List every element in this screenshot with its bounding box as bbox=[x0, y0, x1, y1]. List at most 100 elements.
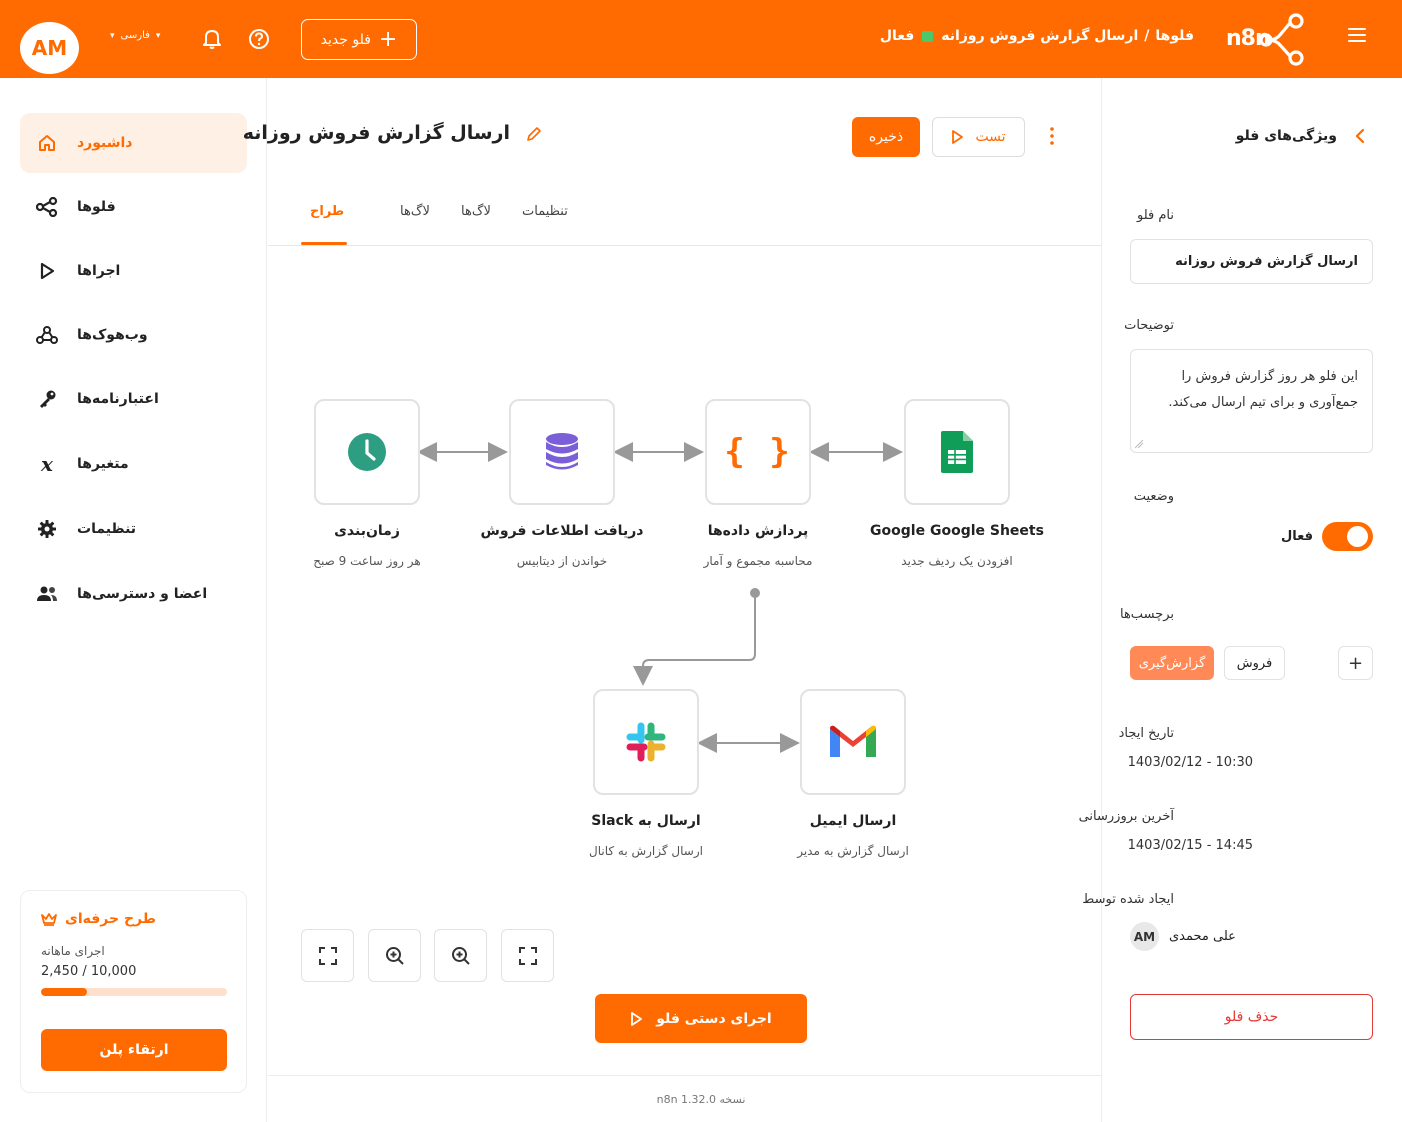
created-date-label: تاریخ ایجاد bbox=[1118, 726, 1174, 741]
tab-designer[interactable]: طراح bbox=[310, 204, 344, 219]
node-subtitle: خواندن از دیتابیس bbox=[516, 554, 608, 568]
sidebar-item-dashboard[interactable]: داشبورد bbox=[20, 113, 247, 173]
language-label: فارسی bbox=[120, 30, 150, 41]
tag-reporting[interactable]: گزارش‌گیری bbox=[1130, 646, 1214, 680]
webhook-icon bbox=[36, 324, 58, 346]
description-textarea[interactable]: این فلو هر روز گزارش فروش را جمع‌آوری و … bbox=[1130, 349, 1373, 453]
sidebar-item-label: اجراها bbox=[77, 263, 121, 279]
plan-title: طرح حرفه‌ای bbox=[41, 911, 156, 927]
zoom-out-button[interactable] bbox=[434, 929, 487, 982]
node-title: Google Google Sheets bbox=[870, 523, 1044, 539]
tag-sales[interactable]: فروش bbox=[1224, 646, 1285, 680]
tab-settings[interactable]: تنظیمات bbox=[522, 204, 568, 219]
plus-icon: + bbox=[378, 26, 398, 52]
edit-icon[interactable] bbox=[526, 126, 542, 142]
sidebar: داشبورد فلوها اجراها وب‌هوک‌ها اعتبارنام… bbox=[0, 78, 267, 1122]
node-schedule[interactable] bbox=[314, 399, 420, 505]
sidebar-item-label: اعضا و دسترسی‌ها bbox=[77, 586, 208, 602]
resize-handle-icon[interactable] bbox=[1135, 440, 1143, 448]
top-bar: n8n فلوها / ارسال گزارش فروش روزانه فعال… bbox=[0, 0, 1402, 78]
chevron-left-icon[interactable] bbox=[1354, 128, 1366, 144]
creator: AM علی محمدی bbox=[1130, 922, 1236, 951]
node-database[interactable] bbox=[509, 399, 615, 505]
description-label: توضیحات bbox=[1124, 318, 1174, 333]
new-flow-label: فلو جدید bbox=[320, 31, 371, 48]
n8n-logo: n8n bbox=[1226, 13, 1304, 66]
breadcrumb-status: فعال bbox=[879, 28, 915, 44]
bell-icon[interactable] bbox=[202, 28, 222, 50]
sidebar-item-webhooks[interactable]: وب‌هوک‌ها bbox=[20, 305, 247, 365]
node-gmail[interactable] bbox=[800, 689, 906, 795]
sidebar-item-flows[interactable]: فلوها bbox=[20, 177, 247, 237]
status-toggle[interactable] bbox=[1322, 522, 1373, 551]
variable-icon: x bbox=[41, 452, 53, 476]
clock-icon bbox=[348, 433, 386, 471]
sidebar-item-members[interactable]: اعضا و دسترسی‌ها bbox=[20, 564, 247, 624]
chevron-down-icon: ▾ bbox=[110, 30, 115, 41]
more-options-icon[interactable] bbox=[1047, 126, 1057, 146]
gear-icon bbox=[36, 518, 58, 540]
fit-view-button[interactable] bbox=[301, 929, 354, 982]
run-flow-button[interactable]: اجرای دستی فلو bbox=[595, 994, 807, 1043]
home-icon bbox=[36, 132, 58, 154]
node-subtitle: ارسال گزارش به مدیر bbox=[797, 844, 909, 858]
test-button[interactable]: تست bbox=[932, 117, 1025, 157]
creator-label: ایجاد شده توسط bbox=[1082, 892, 1174, 907]
zoom-in-button[interactable] bbox=[368, 929, 421, 982]
breadcrumb-parent[interactable]: فلوها bbox=[1155, 28, 1194, 44]
tab-bar: طراح لاگ‌ها لاگ‌ها تنظیمات bbox=[268, 182, 1101, 246]
node-subtitle: محاسبه مجموع و آمار bbox=[703, 554, 813, 568]
node-google-sheets[interactable] bbox=[904, 399, 1010, 505]
sidebar-item-variables[interactable]: x متغیرها bbox=[20, 434, 247, 494]
users-icon bbox=[36, 583, 58, 605]
status-label: وضعیت bbox=[1133, 489, 1174, 504]
breadcrumb-separator: / bbox=[1144, 28, 1150, 44]
sidebar-item-label: تنظیمات bbox=[77, 521, 137, 537]
sidebar-item-settings[interactable]: تنظیمات bbox=[20, 499, 247, 559]
avatar[interactable]: AM bbox=[20, 22, 79, 74]
menu-icon[interactable] bbox=[1348, 27, 1368, 43]
flow-name-input[interactable]: ارسال گزارش فروش روزانه bbox=[1130, 239, 1373, 284]
play-icon bbox=[631, 1011, 643, 1026]
workflow-canvas[interactable]: زمان‌بندی هر روز ساعت 9 صبح دریافت اطلاع… bbox=[268, 246, 1101, 1076]
toggle-knob bbox=[1347, 526, 1368, 547]
save-button[interactable]: ذخیره bbox=[852, 117, 920, 157]
avatar: AM bbox=[1130, 922, 1159, 951]
properties-panel: ویژگی‌های فلو نام فلو ارسال گزارش فروش ر… bbox=[1079, 78, 1402, 1122]
share-icon bbox=[36, 196, 58, 218]
slack-icon bbox=[626, 722, 666, 762]
add-tag-button[interactable]: + bbox=[1338, 646, 1373, 680]
tab-logs[interactable]: لاگ‌ها bbox=[400, 204, 430, 219]
play-icon bbox=[952, 130, 964, 144]
sidebar-item-executions[interactable]: اجراها bbox=[20, 241, 247, 301]
node-subtitle: ارسال گزارش به کانال bbox=[589, 844, 703, 858]
node-slack[interactable] bbox=[593, 689, 699, 795]
node-code[interactable]: { } bbox=[705, 399, 811, 505]
sidebar-item-credentials[interactable]: اعتبارنامه‌ها bbox=[20, 369, 247, 429]
plan-usage: 2,450 / 10,000 bbox=[41, 964, 137, 979]
test-label: تست bbox=[975, 129, 1006, 145]
zoom-in-icon bbox=[385, 946, 404, 965]
tags-label: برچسب‌ها bbox=[1119, 607, 1174, 622]
plan-progress-bar bbox=[41, 988, 227, 996]
connection-line bbox=[633, 593, 756, 686]
delete-flow-button[interactable]: حذف فلو bbox=[1130, 994, 1373, 1040]
breadcrumb-current: ارسال گزارش فروش روزانه bbox=[941, 28, 1139, 44]
gmail-icon bbox=[830, 725, 876, 757]
new-flow-button[interactable]: + فلو جدید bbox=[301, 19, 417, 60]
description-line: جمع‌آوری و برای تیم ارسال می‌کند. bbox=[1168, 395, 1358, 410]
upgrade-plan-button[interactable]: ارتقاء پلن bbox=[41, 1029, 227, 1071]
node-title: دریافت اطلاعات فروش bbox=[480, 523, 644, 539]
version-text: نسخه n8n 1.32.0 bbox=[656, 1093, 746, 1106]
language-selector[interactable]: ▾ فارسی ▾ bbox=[110, 30, 160, 41]
created-date-value: 1403/02/12 - 10:30 bbox=[1127, 755, 1253, 770]
creator-name: علی محمدی bbox=[1169, 929, 1236, 944]
help-icon[interactable] bbox=[248, 28, 270, 50]
svg-text:n8n: n8n bbox=[1226, 26, 1270, 51]
tab-logs-2[interactable]: لاگ‌ها bbox=[461, 204, 491, 219]
play-icon bbox=[36, 260, 58, 282]
node-title: ارسال ایمیل bbox=[809, 813, 897, 829]
node-subtitle: افزودن یک ردیف جدید bbox=[901, 554, 1013, 568]
node-title: زمان‌بندی bbox=[334, 523, 400, 539]
fullscreen-button[interactable] bbox=[501, 929, 554, 982]
